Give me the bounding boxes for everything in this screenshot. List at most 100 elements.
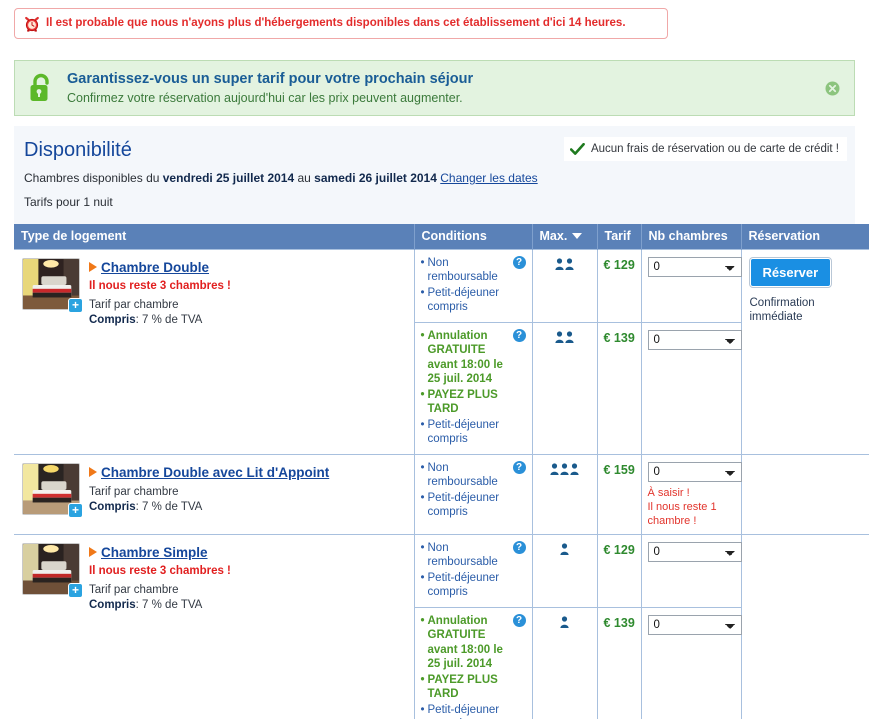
condition-item-0: Annulation GRATUITE avant 18:00 le 25 ju… [421, 329, 510, 387]
room-tax-value: : 7 % de TVA [135, 500, 203, 513]
condition-item-1: Petit-déjeuner compris [421, 491, 510, 520]
col-header-room-type[interactable]: Type de logement [14, 224, 415, 249]
room-name-link[interactable]: Chambre Simple [101, 545, 208, 560]
green-check-icon [569, 142, 585, 155]
person-icon [550, 462, 559, 475]
urgency-alert: Il est probable que nous n'ayons plus d'… [14, 8, 668, 39]
person-icon [565, 330, 574, 343]
rooms-quantity-select-0-0[interactable]: 0123 [647, 256, 742, 277]
occupancy-icons [560, 542, 569, 555]
conditions-cell: Annulation GRATUITE avant 18:00 le 25 ju… [413, 606, 533, 719]
availability-panel: Disponibilité Aucun frais de réservation… [14, 126, 855, 224]
room-scarcity-text: Il nous reste 3 chambres ! [89, 564, 231, 577]
conditions-cell: Annulation GRATUITE avant 18:00 le 25 ju… [413, 321, 533, 455]
no-fee-badge: Aucun frais de réservation ou de carte d… [563, 137, 847, 161]
rooms-quantity-cell: 0123 [640, 321, 742, 455]
dates-middle: au [294, 171, 315, 185]
max-occupancy-cell [531, 606, 598, 719]
rooms-quantity-select-2-0[interactable]: 0123 [647, 541, 742, 562]
guarantee-title: Garantissez-vous un super tarif pour vot… [67, 70, 474, 87]
expand-photos-icon[interactable]: + [68, 582, 83, 598]
help-question-icon[interactable]: ? [512, 613, 526, 627]
open-padlock-icon [15, 73, 67, 103]
condition-item-1: PAYEZ PLUS TARD [421, 388, 510, 417]
triangle-right-icon [89, 467, 97, 477]
rooms-quantity-select-0-1[interactable]: 0123 [647, 329, 742, 350]
col-header-reservation: Réservation [741, 224, 869, 249]
date-to: samedi 26 juillet 2014 [314, 171, 437, 185]
person-icon [570, 462, 579, 475]
reserve-button[interactable]: Réserver [748, 256, 833, 288]
condition-item-0: Annulation GRATUITE avant 18:00 le 25 ju… [421, 614, 510, 672]
rooms-quantity-cell: 0123 [640, 606, 742, 719]
dates-prefix: Chambres disponibles du [24, 171, 163, 185]
expand-photos-icon[interactable]: + [68, 502, 83, 518]
price-cell: € 129 [596, 248, 642, 323]
room-name-link[interactable]: Chambre Double [101, 260, 209, 275]
col-header-conditions[interactable]: Conditions [414, 224, 533, 249]
reservation-cell [740, 453, 869, 535]
room-thumbnail[interactable]: + [22, 462, 83, 518]
condition-item-1: PAYEZ PLUS TARD [421, 673, 510, 702]
person-icon [560, 462, 569, 475]
room-scarcity-text: Il nous reste 3 chambres ! [89, 279, 231, 292]
room-tax-value: : 7 % de TVA [135, 313, 203, 326]
close-circle-icon[interactable] [825, 81, 840, 96]
expand-photos-icon[interactable]: + [68, 297, 83, 313]
room-name-link[interactable]: Chambre Double avec Lit d'Appoint [101, 465, 329, 480]
max-occupancy-cell [531, 453, 598, 535]
help-question-icon[interactable]: ? [512, 540, 526, 554]
occupancy-icons [550, 462, 579, 475]
close-banner-button[interactable] [810, 81, 854, 96]
occupancy-icons [555, 257, 574, 270]
col-header-rooms[interactable]: Nb chambres [641, 224, 742, 249]
condition-item-2: Petit-déjeuner compris [421, 703, 510, 719]
person-icon [555, 257, 564, 270]
rooms-availability-table: Type de logement Conditions Max. Tarif N… [14, 224, 869, 719]
condition-item-1: Petit-déjeuner compris [421, 571, 510, 600]
rooms-quantity-cell: 0123 [640, 248, 742, 323]
help-question-icon[interactable]: ? [512, 255, 526, 269]
col-header-price[interactable]: Tarif [597, 224, 642, 249]
table-header-row: Type de logement Conditions Max. Tarif N… [14, 224, 869, 249]
col-header-max[interactable]: Max. [532, 224, 598, 249]
help-question-icon[interactable]: ? [512, 328, 526, 342]
conditions-cell: Non remboursablePetit-déjeuner compris ? [413, 533, 533, 608]
condition-item-0: Non remboursable [421, 461, 510, 490]
room-tax-label: Compris [89, 598, 136, 611]
availability-dates-line: Chambres disponibles du vendredi 25 juil… [24, 170, 538, 186]
price-guarantee-banner: Garantissez-vous un super tarif pour vot… [14, 60, 855, 116]
rooms-quantity-select-1-0[interactable]: 01 [647, 461, 742, 482]
person-icon [560, 542, 569, 555]
reservation-cell [740, 533, 869, 719]
change-dates-link[interactable]: Changer les dates [440, 171, 537, 185]
offer-scarcity-text: À saisir ! Il nous reste 1 chambre ! [647, 486, 717, 527]
nights-line: Tarifs pour 1 nuit [24, 195, 113, 209]
person-icon [555, 330, 564, 343]
triangle-right-icon [89, 547, 97, 557]
room-rate-note: Tarif par chambre Compris: 7 % de TVA [89, 298, 203, 326]
table-row: + Chambre Double Il nous reste 3 chambre… [14, 248, 869, 455]
room-tax-label: Compris [89, 313, 136, 326]
price-cell: € 139 [596, 606, 642, 719]
max-occupancy-cell [531, 321, 598, 455]
price-cell: € 129 [596, 533, 642, 608]
condition-item-2: Petit-déjeuner compris [421, 418, 510, 447]
availability-page: Il est probable que nous n'ayons plus d'… [0, 0, 869, 719]
caret-down-icon[interactable] [572, 233, 583, 240]
person-icon [560, 615, 569, 628]
no-fee-text: Aucun frais de réservation ou de carte d… [590, 143, 839, 155]
room-thumbnail[interactable]: + [22, 542, 83, 598]
price-cell: € 139 [596, 321, 642, 455]
room-type-cell: + Chambre Simple Il nous reste 3 chambre… [14, 533, 415, 719]
guarantee-texts: Garantissez-vous un super tarif pour vot… [67, 70, 810, 107]
help-question-icon[interactable]: ? [512, 460, 526, 474]
room-tax-label: Compris [89, 500, 136, 513]
rooms-quantity-select-2-1[interactable]: 0123 [647, 614, 742, 635]
room-thumbnail[interactable]: + [22, 257, 83, 313]
occupancy-icons [560, 615, 569, 628]
room-rate-note: Tarif par chambre Compris: 7 % de TVA [89, 485, 203, 513]
rooms-quantity-cell: 01 À saisir !Il nous reste 1 chambre ! [640, 453, 742, 535]
conditions-cell: Non remboursablePetit-déjeuner compris ? [413, 248, 533, 323]
max-occupancy-cell [531, 533, 598, 608]
